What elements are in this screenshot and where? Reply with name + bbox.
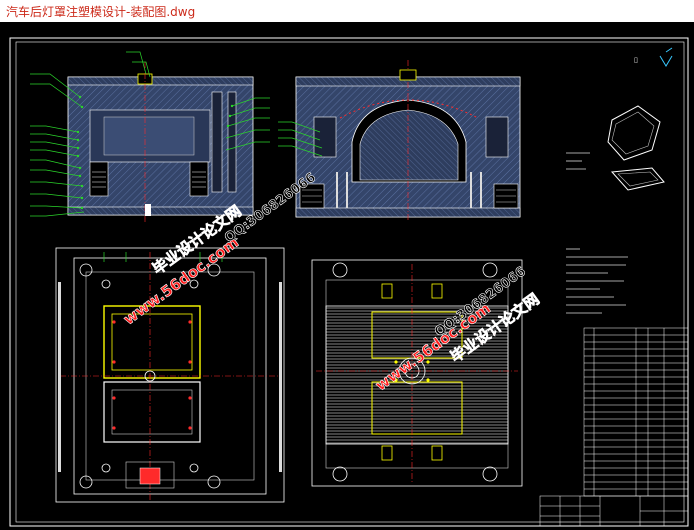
technical-notes [566, 248, 628, 314]
section-view-left [30, 51, 270, 222]
part-notes [566, 152, 590, 170]
window-title: 汽车后灯罩注塑模设计-装配图.dwg [6, 5, 196, 19]
corner-label: ▯ [634, 47, 673, 67]
title-bar: 汽车后灯罩注塑模设计-装配图.dwg [0, 0, 694, 23]
section-view-right [278, 60, 521, 222]
part-iso-views: ▯ [607, 47, 673, 191]
title-block [539, 495, 689, 527]
drawing-canvas[interactable]: ▯ www.56doc.com 毕业设计论文网 QQ:306826066 www… [0, 22, 694, 530]
svg-text:▯: ▯ [634, 56, 638, 64]
cad-drawing: ▯ [9, 37, 689, 527]
bom-table [583, 327, 689, 497]
